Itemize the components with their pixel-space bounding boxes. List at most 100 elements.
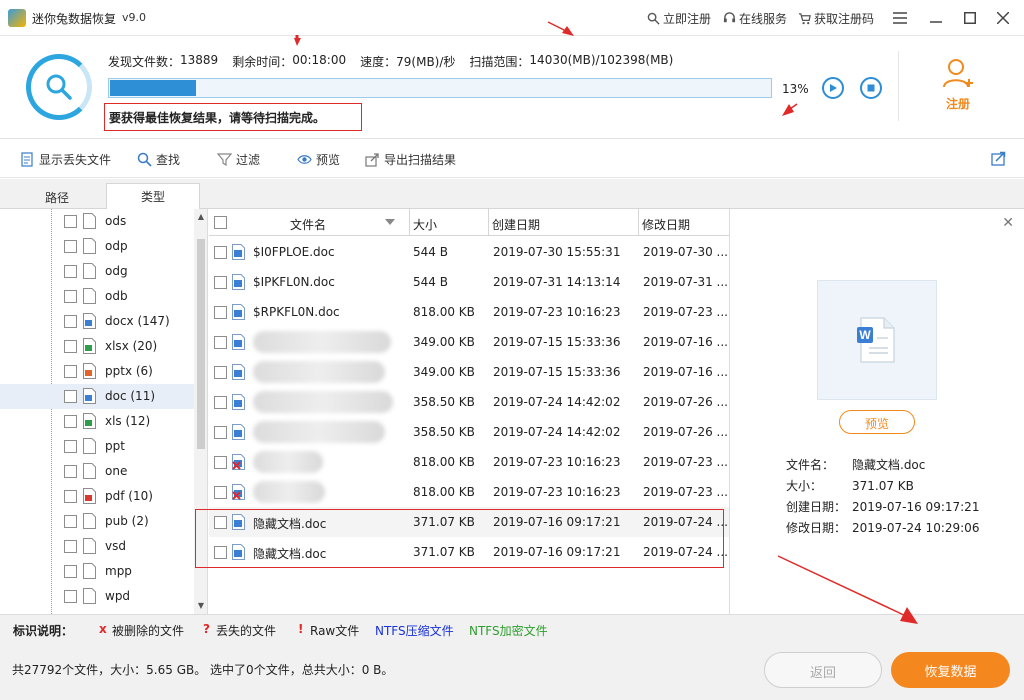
tab-type[interactable]: 类型 — [106, 183, 200, 209]
tree-item-checkbox[interactable] — [64, 315, 77, 328]
tree-item[interactable]: xls (12) — [0, 409, 194, 434]
tree-item-checkbox[interactable] — [64, 465, 77, 478]
resume-button[interactable] — [822, 77, 844, 99]
scroll-up-arrow[interactable]: ▲ — [196, 212, 206, 222]
table-row[interactable]: 358.50 KB 2019-07-24 14:42:02 2019-07-26 .… — [209, 417, 729, 447]
tree-item-checkbox[interactable] — [64, 415, 77, 428]
row-checkbox[interactable] — [214, 546, 227, 559]
row-checkbox[interactable] — [214, 246, 227, 259]
row-checkbox[interactable] — [214, 306, 227, 319]
legend-title: 标识说明： — [13, 624, 74, 638]
tree-item[interactable]: one — [0, 459, 194, 484]
tree-item-checkbox[interactable] — [64, 490, 77, 503]
file-icon — [83, 538, 96, 554]
tree-item[interactable]: ppt — [0, 434, 194, 459]
export-results-button[interactable]: 导出扫描结果 — [365, 151, 456, 168]
share-button[interactable] — [991, 151, 1006, 166]
tree-item[interactable]: mpp — [0, 559, 194, 584]
recover-data-button[interactable]: 恢复数据 — [891, 652, 1010, 688]
tree-item-checkbox[interactable] — [64, 390, 77, 403]
sort-down-icon — [385, 219, 395, 225]
row-checkbox[interactable] — [214, 486, 227, 499]
table-row[interactable]: 818.00 KB 2019-07-23 10:16:23 2019-07-23 .… — [209, 447, 729, 477]
row-checkbox[interactable] — [214, 276, 227, 289]
tree-item[interactable]: odb — [0, 284, 194, 309]
row-checkbox[interactable] — [214, 366, 227, 379]
scroll-down-arrow[interactable]: ▼ — [196, 601, 206, 611]
file-created-date: 2019-07-16 09:17:21 — [493, 515, 621, 529]
preview-toolbar-button[interactable]: 预览 — [297, 151, 340, 168]
show-lost-files-button[interactable]: 显示丢失文件 — [20, 151, 111, 168]
table-row[interactable]: 隐藏文档.doc 371.07 KB 2019-07-16 09:17:21 2019… — [209, 507, 729, 537]
header-size[interactable]: 大小 — [410, 209, 489, 236]
scan-progress-fill — [110, 80, 196, 96]
tree-item[interactable]: doc (11) — [0, 384, 194, 409]
row-checkbox[interactable] — [214, 516, 227, 529]
tree-item-checkbox[interactable] — [64, 365, 77, 378]
find-button[interactable]: 查找 — [137, 151, 180, 168]
tree-item[interactable]: docx (147) — [0, 309, 194, 334]
register-label: 注册 — [945, 97, 970, 111]
tree-item-checkbox[interactable] — [64, 340, 77, 353]
close-window-button[interactable] — [991, 6, 1015, 30]
tree-item-checkbox[interactable] — [64, 240, 77, 253]
word-file-icon — [232, 274, 245, 290]
file-size: 544 B — [413, 245, 448, 259]
row-checkbox[interactable] — [214, 336, 227, 349]
tree-scroll-thumb[interactable] — [197, 239, 205, 449]
row-checkbox[interactable] — [214, 396, 227, 409]
table-row[interactable]: $RPKFL0N.doc 818.00 KB 2019-07-23 10:16:23… — [209, 297, 729, 327]
tree-item-checkbox[interactable] — [64, 565, 77, 578]
tree-scrollbar[interactable]: ▲ ▼ — [194, 209, 207, 614]
select-all-checkbox[interactable] — [214, 216, 227, 229]
maximize-button[interactable] — [958, 6, 982, 30]
menu-button[interactable] — [888, 6, 912, 30]
table-row[interactable]: $IPKFL0N.doc 544 B 2019-07-31 14:13:14 2019… — [209, 267, 729, 297]
tree-item-checkbox[interactable] — [64, 590, 77, 603]
file-size: 358.50 KB — [413, 395, 475, 409]
stop-button[interactable] — [860, 77, 882, 99]
tree-item-checkbox[interactable] — [64, 540, 77, 553]
tree-item[interactable]: odg — [0, 259, 194, 284]
tree-item-checkbox[interactable] — [64, 440, 77, 453]
row-checkbox[interactable] — [214, 456, 227, 469]
table-row[interactable]: 隐藏文档.doc 371.07 KB 2019-07-16 09:17:21 2019… — [209, 537, 729, 567]
header-name-cell[interactable]: 文件名 — [209, 209, 410, 236]
table-row[interactable]: 349.00 KB 2019-07-15 15:33:36 2019-07-16 .… — [209, 327, 729, 357]
tree-item[interactable]: vsd — [0, 534, 194, 559]
tree-item-checkbox[interactable] — [64, 215, 77, 228]
scan-stats: 发现文件数： 13889 剩余时间： 00:18:00 速度： 79(MB)/秒… — [108, 53, 673, 70]
register-now-link[interactable]: 立即注册 — [647, 10, 711, 27]
deleted-word-file-icon — [232, 484, 245, 500]
tree-item[interactable]: wpd — [0, 584, 194, 609]
table-row[interactable]: 358.50 KB 2019-07-24 14:42:02 2019-07-26 .… — [209, 387, 729, 417]
table-row[interactable]: $I0FPLOE.doc 544 B 2019-07-30 15:55:31 2019… — [209, 237, 729, 267]
minimize-button[interactable] — [924, 6, 948, 30]
preview-panel: ✕ W 预览 文件名： 隐藏文档.doc 大小： 371.07 KB 创建日期： 20… — [731, 209, 1024, 614]
tree-item-checkbox[interactable] — [64, 515, 77, 528]
tab-path[interactable]: 路径 — [8, 185, 106, 209]
preview-button[interactable]: 预览 — [839, 410, 915, 434]
tree-item[interactable]: pdf (10) — [0, 484, 194, 509]
close-preview-icon[interactable]: ✕ — [1002, 215, 1014, 231]
back-button[interactable]: 返回 — [764, 652, 882, 688]
table-row[interactable]: 818.00 KB 2019-07-23 10:16:23 2019-07-23 .… — [209, 477, 729, 507]
header-modified[interactable]: 修改日期 — [639, 209, 729, 236]
tree-item[interactable]: odp — [0, 234, 194, 259]
tree-item-checkbox[interactable] — [64, 265, 77, 278]
tree-item-label: vsd — [105, 539, 126, 553]
filter-button[interactable]: 过滤 — [217, 151, 260, 168]
header-created[interactable]: 创建日期 — [489, 209, 639, 236]
online-service-link[interactable]: 在线服务 — [723, 10, 787, 27]
tree-item-checkbox[interactable] — [64, 290, 77, 303]
table-row[interactable]: 349.00 KB 2019-07-15 15:33:36 2019-07-16 .… — [209, 357, 729, 387]
tree-item[interactable]: pub (2) — [0, 509, 194, 534]
file-name: $I0FPLOE.doc — [253, 245, 335, 259]
tree-item[interactable]: ods — [0, 209, 194, 234]
tree-item[interactable]: pptx (6) — [0, 359, 194, 384]
range-label: 扫描范围： — [469, 55, 530, 69]
get-code-link[interactable]: 获取注册码 — [798, 10, 874, 27]
tree-item[interactable]: xlsx (20) — [0, 334, 194, 359]
row-checkbox[interactable] — [214, 426, 227, 439]
register-button[interactable]: 注册 — [930, 57, 986, 117]
